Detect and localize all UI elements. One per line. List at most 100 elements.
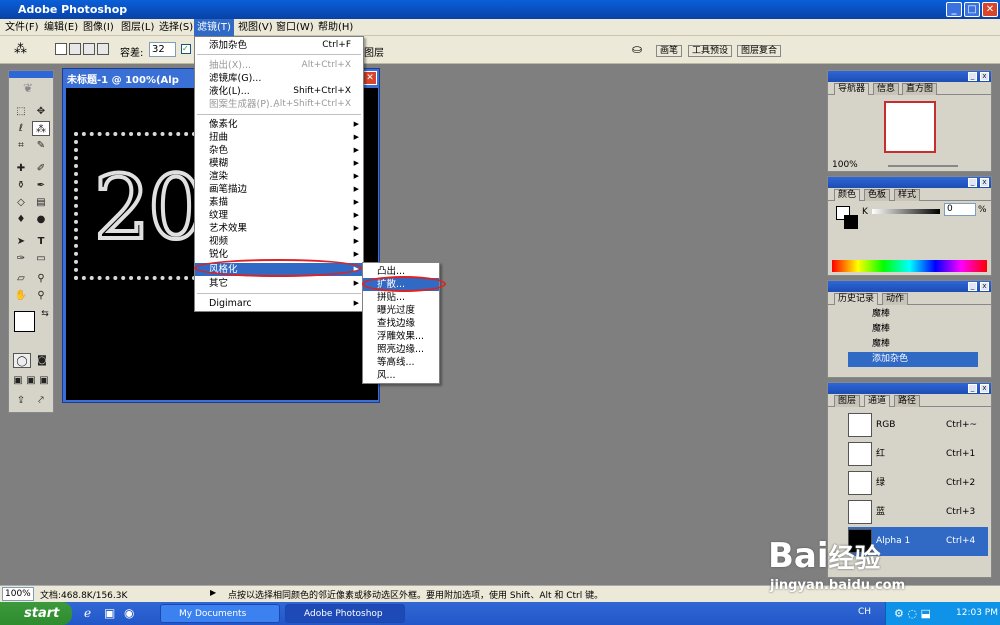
selection-intersect-icon[interactable] bbox=[97, 43, 109, 55]
filter-last-item[interactable]: 添加杂色 Ctrl+F bbox=[195, 39, 363, 52]
filter-noise[interactable]: 杂色 ▶ bbox=[195, 144, 363, 157]
tab-info[interactable]: 信息 bbox=[873, 83, 900, 95]
navigator-preview[interactable] bbox=[884, 101, 936, 153]
screen-mode-3-icon[interactable]: ▣ bbox=[38, 373, 50, 388]
filter-sketch[interactable]: 素描 ▶ bbox=[195, 196, 363, 209]
tab-navigator[interactable]: 导航器 bbox=[834, 83, 870, 95]
zoom-icon[interactable]: ⚲ bbox=[32, 288, 50, 303]
dodge-icon[interactable]: ● bbox=[32, 212, 50, 227]
stylize-tiles[interactable]: 拼贴... bbox=[363, 291, 439, 304]
hand-icon[interactable]: ✋ bbox=[12, 288, 30, 303]
selection-add-icon[interactable] bbox=[69, 43, 81, 55]
tab-color[interactable]: 颜色 bbox=[834, 189, 861, 201]
filter-render[interactable]: 渲染 ▶ bbox=[195, 170, 363, 183]
brush-icon[interactable]: ✐ bbox=[32, 161, 50, 176]
quick-mask-icon[interactable]: ◙ bbox=[33, 353, 51, 368]
task-photoshop[interactable]: Adobe Photoshop bbox=[285, 604, 405, 623]
tab-layers[interactable]: 图层 bbox=[834, 395, 861, 407]
stylize-solarize[interactable]: 曝光过度 bbox=[363, 304, 439, 317]
clone-stamp-icon[interactable]: ⚱ bbox=[12, 178, 30, 193]
panel-minimize-icon[interactable]: _ bbox=[968, 282, 977, 291]
blur-icon[interactable]: ♦ bbox=[12, 212, 30, 227]
k-value[interactable]: 0 bbox=[944, 203, 976, 216]
slice-icon[interactable]: ✎ bbox=[32, 138, 50, 153]
channel-row[interactable]: 红 Ctrl+1 bbox=[848, 440, 988, 469]
filter-gallery[interactable]: 滤镜库(G)... bbox=[195, 72, 363, 85]
panel-minimize-icon[interactable]: _ bbox=[968, 178, 977, 187]
healing-brush-icon[interactable]: ✚ bbox=[12, 161, 30, 176]
foreground-color-swatch[interactable] bbox=[14, 311, 35, 332]
menu-file[interactable]: 文件(F) bbox=[2, 19, 42, 36]
jump-icon[interactable]: ⤤ bbox=[32, 393, 50, 408]
stylize-wind[interactable]: 风... bbox=[363, 369, 439, 382]
history-item[interactable]: 魔棒 bbox=[848, 307, 978, 322]
history-brush-icon[interactable]: ✒ bbox=[32, 178, 50, 193]
history-item-selected[interactable]: 添加杂色 bbox=[848, 352, 978, 367]
jump-to-imageready-icon[interactable]: ⇪ bbox=[12, 393, 30, 408]
k-slider[interactable] bbox=[872, 209, 940, 214]
filter-texture[interactable]: 纹理 ▶ bbox=[195, 209, 363, 222]
tab-histogram[interactable]: 直方图 bbox=[902, 83, 938, 95]
maximize-button[interactable]: □ bbox=[964, 2, 980, 17]
stylize-find-edges[interactable]: 查找边缘 bbox=[363, 317, 439, 330]
filter-pixelate[interactable]: 像素化 ▶ bbox=[195, 118, 363, 131]
language-indicator[interactable]: CH bbox=[858, 607, 871, 617]
crop-icon[interactable]: ⌗ bbox=[12, 138, 30, 153]
filter-liquify[interactable]: 液化(L)... Shift+Ctrl+X bbox=[195, 85, 363, 98]
tab-paths[interactable]: 路径 bbox=[894, 395, 921, 407]
menu-edit[interactable]: 编辑(E) bbox=[41, 19, 81, 36]
menu-window[interactable]: 窗口(W) bbox=[273, 19, 317, 36]
standard-mode-icon[interactable]: ◯ bbox=[13, 353, 31, 368]
panel-close-icon[interactable]: x bbox=[980, 282, 989, 291]
tab-layer-comps[interactable]: 图层复合 bbox=[737, 45, 782, 57]
filter-blur[interactable]: 模糊 ▶ bbox=[195, 157, 363, 170]
task-my-documents[interactable]: My Documents bbox=[160, 604, 280, 623]
minimize-button[interactable]: _ bbox=[946, 2, 962, 17]
channel-row[interactable]: 绿 Ctrl+2 bbox=[848, 469, 988, 498]
selection-subtract-icon[interactable] bbox=[83, 43, 95, 55]
history-item[interactable]: 魔棒 bbox=[848, 322, 978, 337]
filter-other[interactable]: 其它 ▶ bbox=[195, 277, 363, 290]
panel-close-icon[interactable]: x bbox=[980, 384, 989, 393]
tab-styles[interactable]: 样式 bbox=[894, 189, 921, 201]
gradient-icon[interactable]: ▤ bbox=[32, 195, 50, 210]
magic-wand-icon[interactable]: ⁂ bbox=[14, 42, 27, 57]
tab-swatches[interactable]: 色板 bbox=[864, 189, 891, 201]
eraser-icon[interactable]: ◇ bbox=[12, 195, 30, 210]
move-icon[interactable]: ✥ bbox=[32, 104, 50, 119]
tab-history[interactable]: 历史记录 bbox=[834, 293, 879, 305]
menu-help[interactable]: 帮助(H) bbox=[315, 19, 356, 36]
close-button[interactable]: ✕ bbox=[982, 2, 998, 17]
tab-brushes[interactable]: 画笔 bbox=[656, 45, 683, 57]
panel-close-icon[interactable]: x bbox=[980, 72, 989, 81]
menu-image[interactable]: 图像(I) bbox=[80, 19, 117, 36]
screen-mode-2-icon[interactable]: ▣ bbox=[25, 373, 37, 388]
menu-view[interactable]: 视图(V) bbox=[235, 19, 276, 36]
marquee-icon[interactable]: ⬚ bbox=[12, 104, 30, 119]
path-select-icon[interactable]: ➤ bbox=[12, 234, 30, 249]
lasso-icon[interactable]: ℓ bbox=[12, 121, 30, 136]
panel-minimize-icon[interactable]: _ bbox=[968, 384, 977, 393]
ie-icon[interactable]: ℯ bbox=[84, 606, 91, 620]
stylize-glowing-edges[interactable]: 照亮边缘... bbox=[363, 343, 439, 356]
channel-row[interactable]: 蓝 Ctrl+3 bbox=[848, 498, 988, 527]
filter-video[interactable]: 视频 ▶ bbox=[195, 235, 363, 248]
shape-icon[interactable]: ▭ bbox=[32, 251, 50, 266]
magic-wand-tool-icon[interactable]: ⁂ bbox=[32, 121, 50, 136]
antialias-checkbox[interactable]: ✓ bbox=[181, 44, 191, 54]
channel-row[interactable]: RGB Ctrl+~ bbox=[848, 411, 988, 440]
pen-icon[interactable]: ✑ bbox=[12, 251, 30, 266]
eyedropper-icon[interactable]: ⚲ bbox=[32, 271, 50, 286]
bg-swatch[interactable] bbox=[844, 215, 858, 229]
status-arrow-icon[interactable]: ▶ bbox=[210, 588, 216, 597]
filter-distort[interactable]: 扭曲 ▶ bbox=[195, 131, 363, 144]
status-zoom[interactable]: 100% bbox=[2, 587, 34, 601]
tray-icons[interactable]: ⚙ ◌ ⬓ bbox=[894, 602, 931, 625]
media-icon[interactable]: ◉ bbox=[124, 606, 134, 620]
type-icon[interactable]: T bbox=[32, 234, 50, 249]
menu-layer[interactable]: 图层(L) bbox=[118, 19, 157, 36]
panel-close-icon[interactable]: x bbox=[980, 178, 989, 187]
tab-actions[interactable]: 动作 bbox=[882, 293, 909, 305]
selection-new-icon[interactable] bbox=[55, 43, 67, 55]
stylize-emboss[interactable]: 浮雕效果... bbox=[363, 330, 439, 343]
